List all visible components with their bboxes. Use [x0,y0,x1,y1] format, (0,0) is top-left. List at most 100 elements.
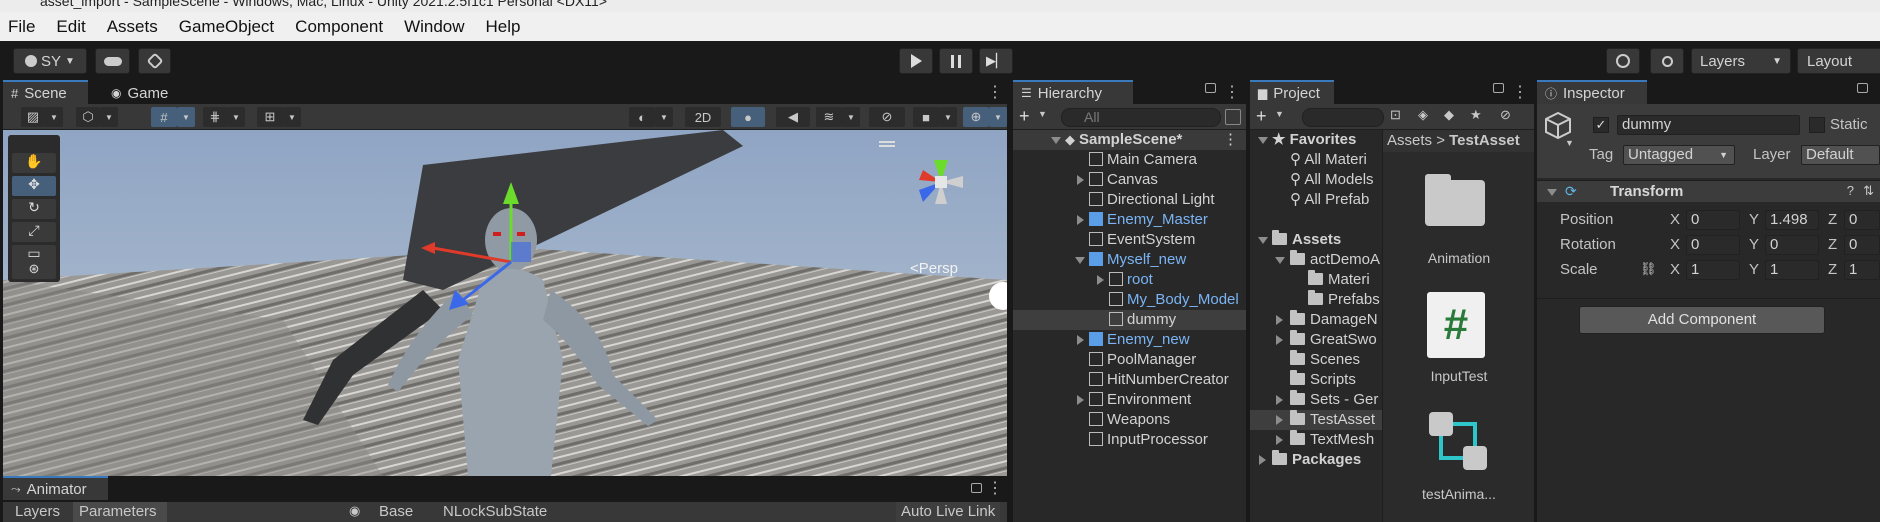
increment-snap-dropdown[interactable]: ▼ [227,107,245,127]
add-component-button[interactable]: Add Component [1579,306,1825,334]
list-item[interactable]: Prefabs [1308,290,1380,310]
constrain-proportions-icon[interactable]: ⛓ [1640,261,1657,277]
list-item[interactable]: Materi [1308,270,1370,290]
expand-arrow-icon[interactable] [1276,395,1283,405]
help-icon[interactable]: ? [1847,183,1854,198]
menu-edit[interactable]: Edit [56,17,85,37]
animator-controller-icon[interactable] [1427,410,1489,472]
expand-arrow-icon[interactable] [1077,335,1084,345]
menu-component[interactable]: Component [295,17,383,37]
rotation-x-field[interactable]: 0 [1686,235,1740,255]
list-item[interactable]: Main Camera [1089,150,1197,170]
list-item[interactable]: Scenes [1290,350,1360,370]
position-z-field[interactable]: 0 [1844,210,1880,230]
lock-icon[interactable] [1493,83,1504,93]
search-button[interactable] [1650,48,1684,74]
expand-arrow-icon[interactable] [1276,415,1283,425]
expand-arrow-icon[interactable] [1258,237,1268,244]
list-item[interactable]: ⚲ All Prefab [1290,190,1369,210]
list-item[interactable]: TextMesh [1290,430,1374,450]
position-x-field[interactable]: 0 [1686,210,1740,230]
asset-label[interactable]: testAnima... [1383,486,1534,502]
kebab-menu-icon[interactable]: ⋮ [987,478,1003,498]
static-checkbox[interactable] [1809,117,1825,133]
increment-snap-button[interactable]: ⋕ [203,107,227,127]
chevron-down-icon[interactable]: ▼ [1565,138,1574,148]
draw-mode-button[interactable]: ▨ [21,107,45,127]
lighting-toggle[interactable]: ● [731,107,765,127]
kebab-menu-icon[interactable]: ⋮ [1223,130,1238,150]
layer-dropdown[interactable]: Default [1801,145,1880,165]
star-icon[interactable]: ★ [1470,107,1482,123]
project-search-input[interactable] [1302,108,1384,127]
filter-icon[interactable]: ◈ [1418,107,1428,123]
tab-animator[interactable]: ⤳ Animator [3,476,108,500]
camera-settings-dropdown[interactable]: ▼ [939,107,957,127]
list-item[interactable]: root [1097,270,1153,290]
object-name-field[interactable]: dummy [1617,115,1800,135]
packages-header[interactable]: Packages [1272,450,1361,470]
scale-tool-icon[interactable]: ⤢ [12,222,56,242]
transform-tool-icon[interactable]: ⊛ [12,261,56,279]
history-button[interactable] [1606,48,1640,74]
list-item[interactable]: Enemy_new [1077,330,1190,350]
grid-snap-dropdown[interactable]: ▼ [177,107,195,127]
list-item-selected[interactable]: TestAsset [1290,410,1375,430]
expand-arrow-icon[interactable] [1276,315,1283,325]
eye-icon[interactable]: ◉ [349,503,360,519]
settings-icon[interactable]: ⇅ [1863,183,1874,199]
list-item[interactable]: HitNumberCreator [1089,370,1229,390]
rotation-z-field[interactable]: 0 [1844,235,1880,255]
list-item[interactable]: Weapons [1089,410,1170,430]
assets-header[interactable]: Assets [1272,230,1341,250]
tab-project[interactable]: ▆ Project [1250,80,1334,104]
expand-arrow-icon[interactable] [1275,257,1285,264]
add-icon[interactable]: + [1019,106,1030,127]
gizmos-button[interactable]: ⊕ [963,107,989,127]
kebab-menu-icon[interactable]: ⋮ [1512,82,1528,102]
kebab-menu-icon[interactable]: ⋮ [987,82,1003,102]
play-button[interactable] [899,48,933,74]
expand-arrow-icon[interactable] [1077,175,1084,185]
pause-button[interactable] [939,48,973,74]
scene-visibility-button[interactable]: ⬡ [76,107,100,127]
tab-game[interactable]: ◉ Game [103,80,183,104]
scale-y-field[interactable]: 1 [1765,260,1819,280]
animator-layers-tab[interactable]: Layers [3,502,71,522]
scale-x-field[interactable]: 1 [1686,260,1740,280]
grid-snap-button[interactable]: # [151,107,177,127]
position-y-field[interactable]: 1.498 [1765,210,1819,230]
hand-tool-icon[interactable]: ✋ [12,153,56,173]
asset-label[interactable]: InputTest [1383,368,1534,384]
kebab-menu-icon[interactable]: ⋮ [1224,82,1240,102]
list-item[interactable]: ⚲ All Materi [1290,150,1367,170]
menu-assets[interactable]: Assets [107,17,158,37]
list-item[interactable]: ⚲ All Models [1290,170,1374,190]
hidden-packages-icon[interactable]: ⊘ [1500,107,1511,123]
list-item[interactable]: EventSystem [1089,230,1195,250]
tab-hierarchy[interactable]: ☰ Hierarchy [1013,80,1133,104]
hidden-objects-toggle[interactable]: ⊘ [869,107,905,127]
gizmos-dropdown[interactable]: ▼ [989,107,1007,127]
list-item[interactable]: InputProcessor [1089,430,1208,450]
scene-viewport[interactable]: ✋ ✥ ↻ ⤢ ▭ ⊛ <Persp [3,130,1007,476]
cloud-button[interactable] [95,48,130,74]
breadcrumb-current[interactable]: TestAsset [1449,132,1520,149]
expand-arrow-icon[interactable] [1097,275,1104,285]
list-item[interactable]: actDemoA [1290,250,1380,270]
asset-label[interactable]: Animation [1383,250,1534,266]
label-icon[interactable]: ◆ [1444,107,1454,123]
shading-mode-button[interactable]: ◐ [629,107,655,127]
expand-arrow-icon[interactable] [1077,395,1084,405]
expand-arrow-icon[interactable] [1077,215,1084,225]
lock-icon[interactable] [1857,83,1868,93]
tab-inspector[interactable]: ⓘ Inspector [1537,80,1647,104]
scene-gizmo-icon[interactable] [901,142,981,222]
rotate-tool-icon[interactable]: ↻ [12,199,56,219]
favorites-header[interactable]: ★ Favorites [1272,130,1356,150]
list-item[interactable]: GreatSwo [1290,330,1377,350]
animator-breadcrumb-base[interactable]: Base [379,502,413,522]
audio-toggle[interactable]: ◀ [776,107,810,127]
list-item[interactable]: Canvas [1077,170,1158,190]
menu-file[interactable]: File [8,17,35,37]
